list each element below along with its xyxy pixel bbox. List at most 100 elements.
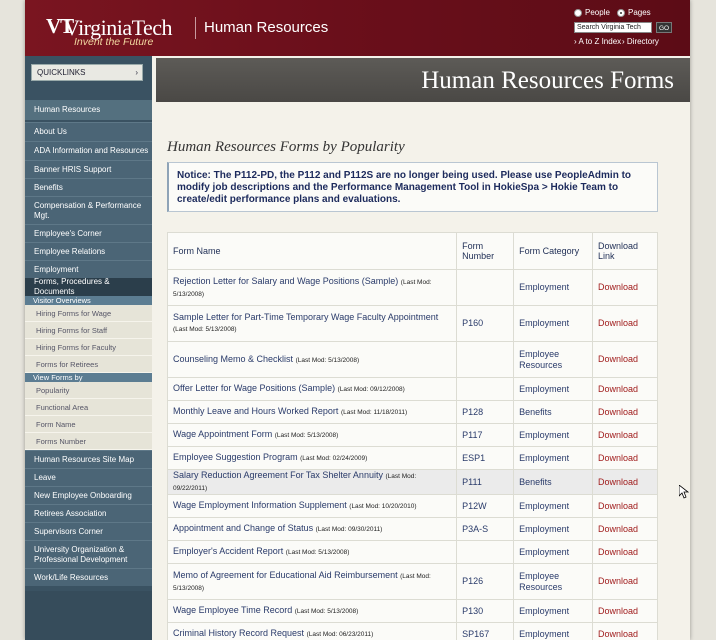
sidebar-sub-forms-number[interactable]: Forms Number [25,433,152,450]
directory-link[interactable]: › Directory [622,37,659,46]
form-name-cell[interactable]: Appointment and Change of Status (Last M… [166,517,458,541]
download-link[interactable]: Download [592,446,658,470]
sidebar-item-banner-hris[interactable]: Banner HRIS Support [25,160,152,178]
form-name-cell[interactable]: Offer Letter for Wage Positions (Sample)… [166,377,458,401]
form-name-cell[interactable]: Wage Employment Information Supplement (… [166,494,458,518]
sidebar: QUICKLINKS › Human Resources About Us AD… [25,56,152,640]
sidebar-item-compensation[interactable]: Compensation & Performance Mgt. [25,196,152,224]
form-name-link[interactable]: Wage Employee Time Record [173,605,292,615]
sidebar-item-site-map[interactable]: Human Resources Site Map [25,450,152,468]
sidebar-item-employee-relations[interactable]: Employee Relations [25,242,152,260]
sidebar-footer-fill [25,591,152,640]
sidebar-sub-hiring-staff[interactable]: Hiring Forms for Staff [25,322,152,339]
form-name-cell[interactable]: Criminal History Record Request (Last Mo… [166,622,458,640]
form-category-cell: Employment [513,599,594,623]
sidebar-item-employment[interactable]: Employment [25,260,152,278]
sidebar-item-about-us[interactable]: About Us [25,122,152,141]
form-name-cell[interactable]: Salary Reduction Agreement For Tax Shelt… [166,469,458,495]
forms-table: Form Name Form Number Form Category Down… [166,232,658,640]
download-link[interactable]: Download [592,563,658,600]
sidebar-item-work-life[interactable]: Work/Life Resources [25,568,152,586]
form-name-cell[interactable]: Wage Employee Time Record (Last Mod: 5/1… [166,599,458,623]
sidebar-item-university-organization[interactable]: University Organization & Professional D… [25,540,152,568]
download-link[interactable]: Download [592,469,658,495]
col-form-name[interactable]: Form Name [166,232,458,270]
sidebar-sub-hiring-faculty[interactable]: Hiring Forms for Faculty [25,339,152,356]
sidebar-item-employees-corner[interactable]: Employee's Corner [25,224,152,242]
form-category-cell: Employee Resources [513,563,594,600]
sidebar-sub-functional-area[interactable]: Functional Area [25,399,152,416]
download-link[interactable]: Download [592,377,658,401]
download-link[interactable]: Download [592,269,658,306]
sidebar-item-onboarding[interactable]: New Employee Onboarding [25,486,152,504]
sidebar-sub-retirees[interactable]: Forms for Retirees [25,356,152,373]
form-number-cell: P117 [456,423,515,447]
download-link[interactable]: Download [592,341,658,378]
sidebar-item-supervisors-corner[interactable]: Supervisors Corner [25,522,152,540]
search-go-button[interactable]: GO [656,22,672,33]
form-name-cell[interactable]: Employee Suggestion Program (Last Mod: 0… [166,446,458,470]
col-download-link[interactable]: Download Link [592,232,658,270]
search-input[interactable]: Search Virginia Tech [574,22,652,33]
sidebar-sub-hiring-wage[interactable]: Hiring Forms for Wage [25,305,152,322]
col-form-category[interactable]: Form Category [513,232,594,270]
form-name-link[interactable]: Memo of Agreement for Educational Aid Re… [173,570,398,580]
table-header-row: Form Name Form Number Form Category Down… [166,232,658,270]
sidebar-item-leave[interactable]: Leave [25,468,152,486]
form-name-link[interactable]: Appointment and Change of Status [173,523,313,533]
table-row: Salary Reduction Agreement For Tax Shelt… [166,469,658,495]
download-link[interactable]: Download [592,423,658,447]
form-name-cell[interactable]: Wage Appointment Form (Last Mod: 5/13/20… [166,423,458,447]
download-link[interactable]: Download [592,540,658,564]
form-name-link[interactable]: Sample Letter for Part-Time Temporary Wa… [173,312,438,322]
form-name-link[interactable]: Counseling Memo & Checklist [173,354,293,364]
download-link[interactable]: Download [592,622,658,640]
col-form-number[interactable]: Form Number [456,232,515,270]
form-name-link[interactable]: Wage Appointment Form [173,429,272,439]
form-name-cell[interactable]: Sample Letter for Part-Time Temporary Wa… [166,305,458,342]
sidebar-item-retirees-association[interactable]: Retirees Association [25,504,152,522]
sidebar-sub-form-name[interactable]: Form Name [25,416,152,433]
form-name-link[interactable]: Monthly Leave and Hours Worked Report [173,406,338,416]
form-name-link[interactable]: Criminal History Record Request [173,628,304,638]
people-radio[interactable] [574,9,582,17]
unit-name-link[interactable]: Human Resources [204,19,328,36]
sidebar-item-ada[interactable]: ADA Information and Resources [25,141,152,160]
form-name-link[interactable]: Rejection Letter for Salary and Wage Pos… [173,276,398,286]
sidebar-sub-popularity[interactable]: Popularity [25,382,152,399]
sidebar-item-forms-procedures[interactable]: Forms, Procedures & Documents [25,277,152,296]
quicklinks-button[interactable]: QUICKLINKS › [31,64,143,81]
download-link[interactable]: Download [592,305,658,342]
pages-radio[interactable] [617,9,625,17]
table-row: Sample Letter for Part-Time Temporary Wa… [166,305,658,342]
sidebar-item-human-resources[interactable]: Human Resources [25,100,152,120]
visitor-overviews-heading: Visitor Overviews [25,296,152,305]
form-number-cell [456,377,515,401]
people-radio-label: People [585,8,610,17]
form-number-cell: P126 [456,563,515,600]
form-name-link[interactable]: Employer's Accident Report [173,546,283,556]
download-link[interactable]: Download [592,400,658,424]
a-to-z-index-link[interactable]: › A to Z Index [574,37,621,46]
last-modified-text: (Last Mod: 11/18/2011) [340,409,408,416]
form-name-cell[interactable]: Rejection Letter for Salary and Wage Pos… [166,269,458,306]
download-link[interactable]: Download [592,599,658,623]
download-link[interactable]: Download [592,494,658,518]
download-link[interactable]: Download [592,517,658,541]
a-to-z-index-label: A to Z Index [578,37,622,46]
sidebar-item-benefits[interactable]: Benefits [25,178,152,196]
header-divider [195,17,196,39]
banner-title: Human Resources Forms [421,67,674,94]
form-name-cell[interactable]: Monthly Leave and Hours Worked Report (L… [166,400,458,424]
form-number-cell [456,341,515,378]
form-name-link[interactable]: Employee Suggestion Program [173,452,298,462]
form-name-link[interactable]: Wage Employment Information Supplement [173,500,347,510]
virginia-tech-logo[interactable]: VT VirginiaTech Invent the Future [46,12,186,48]
form-name-link[interactable]: Salary Reduction Agreement For Tax Shelt… [173,470,383,480]
last-modified-text: (Last Mod: 5/13/2008) [294,608,359,615]
last-modified-text: (Last Mod: 02/24/2009) [300,455,368,462]
form-name-cell[interactable]: Counseling Memo & Checklist (Last Mod: 5… [166,341,458,378]
form-name-cell[interactable]: Memo of Agreement for Educational Aid Re… [166,563,458,600]
form-name-cell[interactable]: Employer's Accident Report (Last Mod: 5/… [166,540,458,564]
form-name-link[interactable]: Offer Letter for Wage Positions (Sample) [173,383,335,393]
